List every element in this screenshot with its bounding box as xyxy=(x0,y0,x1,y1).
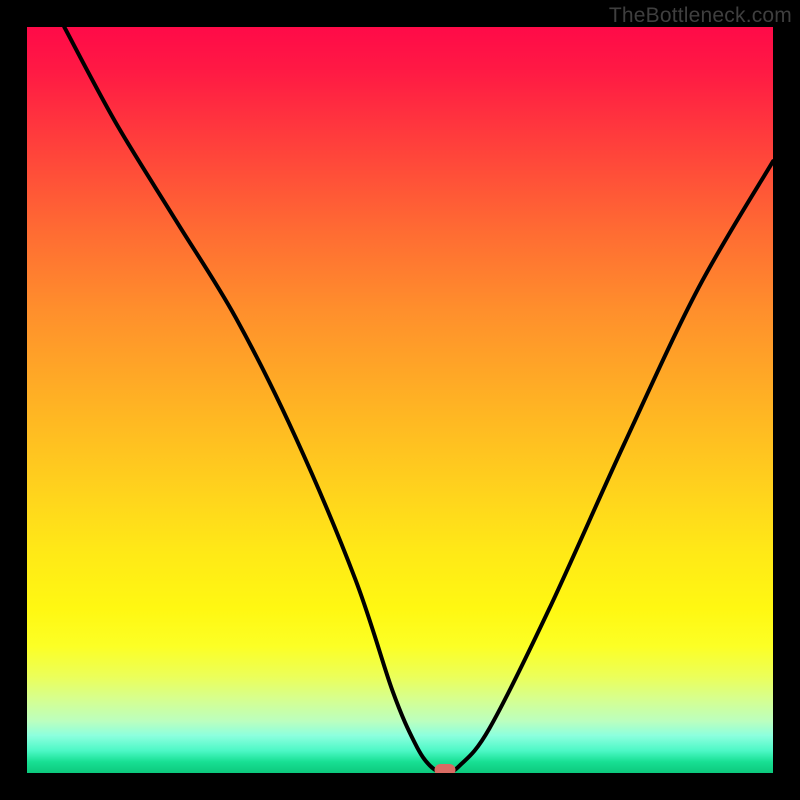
chart-frame: TheBottleneck.com xyxy=(0,0,800,800)
watermark-text: TheBottleneck.com xyxy=(609,4,792,28)
bottleneck-curve xyxy=(27,27,773,773)
optimal-point-marker xyxy=(434,764,455,773)
plot-area xyxy=(27,27,773,773)
